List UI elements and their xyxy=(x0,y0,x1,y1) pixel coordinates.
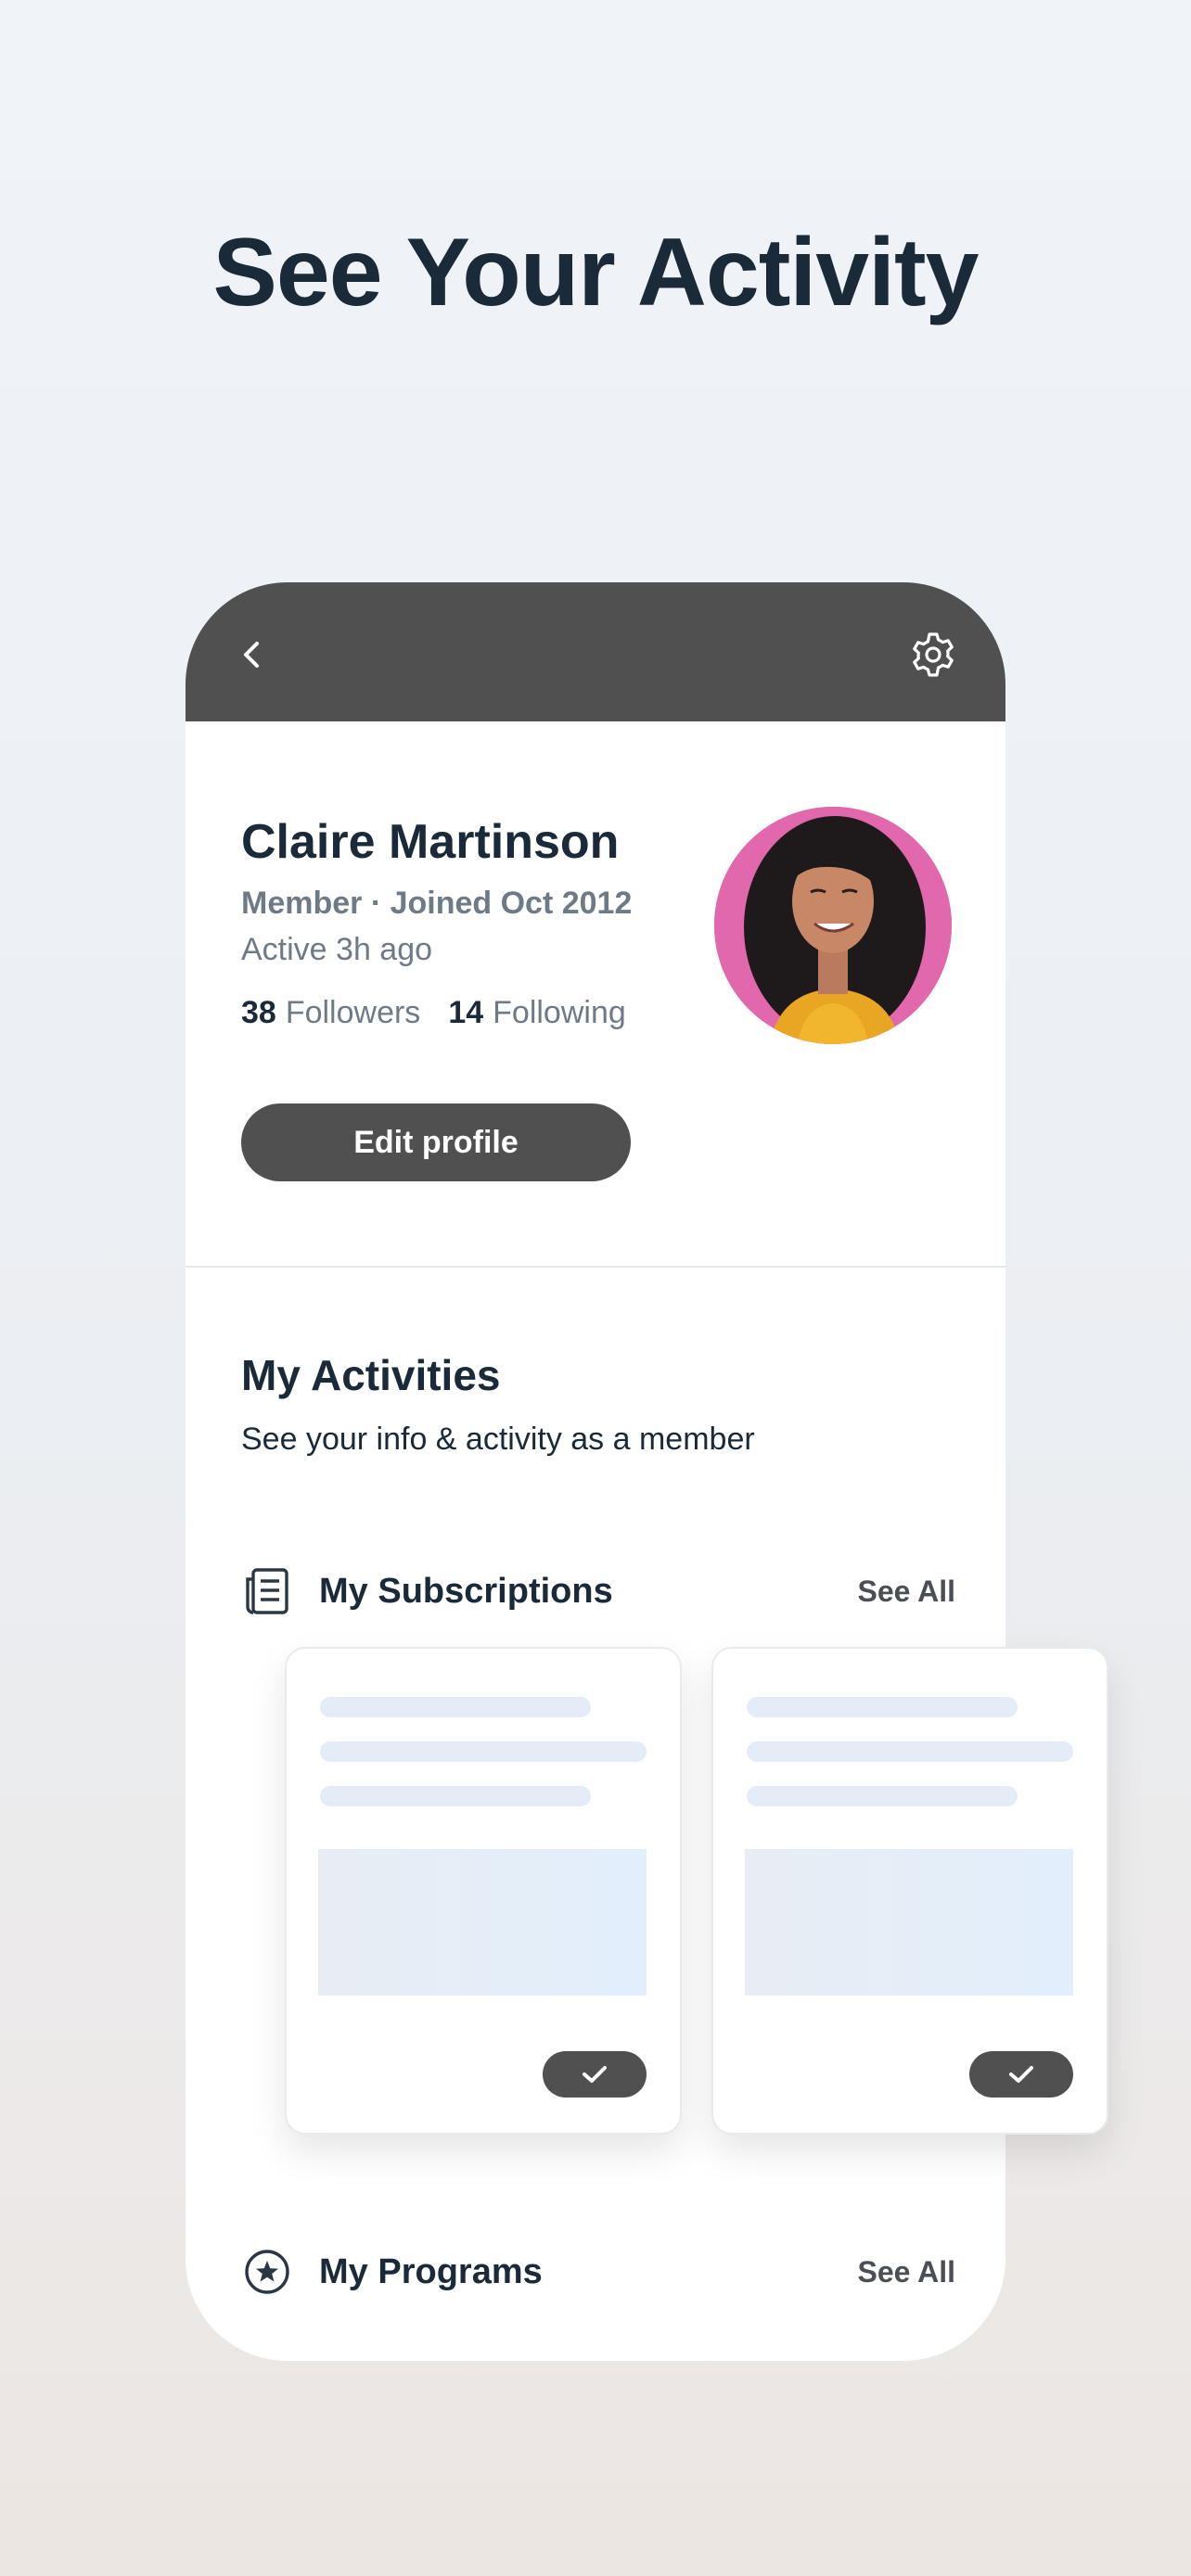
avatar xyxy=(714,807,952,1044)
placeholder-image xyxy=(318,1849,647,1996)
profile-name: Claire Martinson xyxy=(241,815,620,869)
programs-see-all-link[interactable]: See All xyxy=(857,2255,955,2289)
subscription-card[interactable] xyxy=(711,1647,1108,2135)
activities-title: My Activities xyxy=(241,1351,501,1399)
placeholder-line xyxy=(320,1697,591,1717)
subscription-card[interactable] xyxy=(285,1647,682,2135)
subscriptions-row: My Subscriptions See All xyxy=(241,1563,955,1619)
check-icon xyxy=(583,2066,607,2083)
newspaper-icon xyxy=(241,1565,293,1617)
placeholder-image xyxy=(745,1849,1073,1996)
programs-row: My Programs See All xyxy=(241,2244,955,2300)
headline: See Your Activity xyxy=(212,219,980,326)
check-button[interactable] xyxy=(543,2051,647,2098)
settings-button[interactable] xyxy=(905,627,961,682)
followers-label: Followers xyxy=(285,995,421,1030)
check-icon xyxy=(1009,2066,1033,2083)
followers-count: 38 xyxy=(241,995,276,1030)
placeholder-line xyxy=(320,1741,647,1762)
chevron-left-icon xyxy=(244,642,259,668)
subscriptions-see-all-link[interactable]: See All xyxy=(857,1575,955,1609)
following-stat[interactable]: 14 Following xyxy=(448,995,625,1031)
top-bar xyxy=(186,582,1005,721)
edit-profile-button[interactable]: Edit profile xyxy=(241,1103,631,1181)
placeholder-line xyxy=(747,1697,1018,1717)
profile-stats: 38 Followers 14 Following xyxy=(241,995,626,1031)
placeholder-line xyxy=(747,1786,1018,1806)
divider xyxy=(186,1266,1005,1268)
back-button[interactable] xyxy=(224,627,280,682)
following-label: Following xyxy=(493,995,626,1030)
gear-icon xyxy=(913,632,954,677)
subscriptions-label: My Subscriptions xyxy=(319,1571,613,1611)
programs-label: My Programs xyxy=(319,2251,543,2291)
followers-stat[interactable]: 38 Followers xyxy=(241,995,420,1031)
activities-subtitle: See your info & activity as a member xyxy=(241,1422,755,1457)
placeholder-line xyxy=(320,1786,591,1806)
profile-active-status: Active 3h ago xyxy=(241,932,433,967)
placeholder-line xyxy=(747,1741,1073,1762)
check-button[interactable] xyxy=(969,2051,1073,2098)
following-count: 14 xyxy=(448,995,484,1030)
profile-meta: Member · Joined Oct 2012 xyxy=(241,886,633,921)
star-circle-icon xyxy=(241,2246,293,2298)
